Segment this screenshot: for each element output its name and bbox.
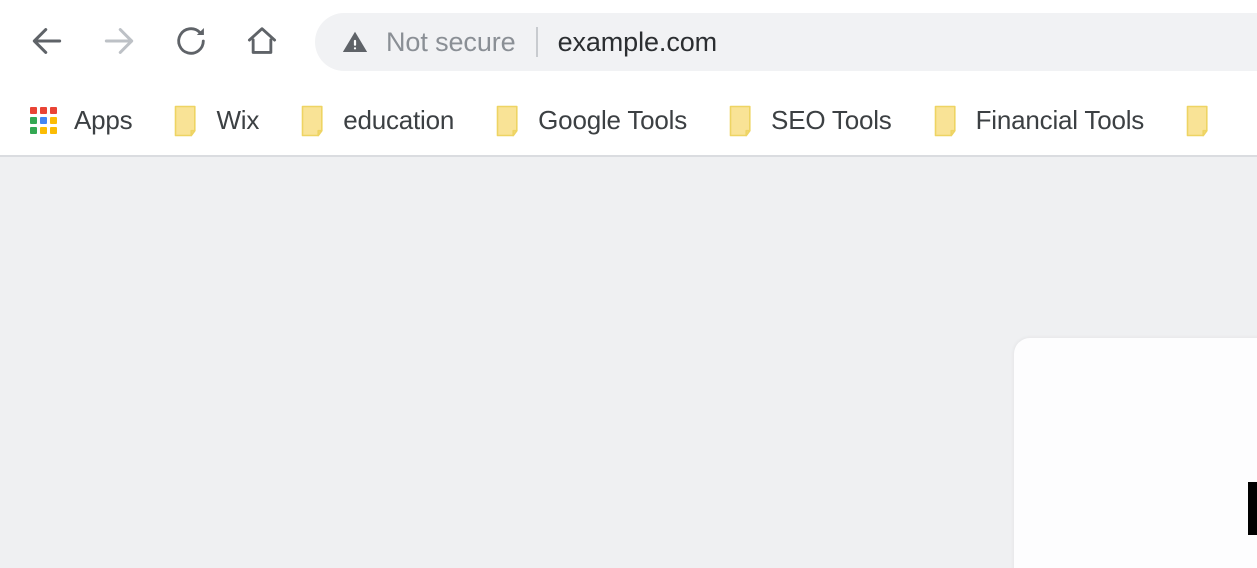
apps-grid-icon [30,106,58,135]
bookmark-item-seo-tools[interactable]: SEO Tools [721,98,900,144]
reload-button[interactable] [165,16,217,68]
bookmark-item-financial-tools[interactable]: Financial Tools [926,98,1153,144]
bookmark-item-wix[interactable]: Wix [166,98,267,144]
bookmarks-bar: Apps Wix education Google Tools SEO Tool… [0,85,1257,156]
browser-toolbar: Not secure example.com [0,0,1257,85]
bookmark-label: education [343,105,455,135]
folder-icon [934,105,956,136]
bookmark-label: Wix [216,105,260,135]
bookmark-label: Financial Tools [975,105,1145,135]
bookmark-item-google-tools[interactable]: Google Tools [488,98,695,144]
warning-triangle-icon [342,31,368,53]
home-icon [244,23,280,62]
folder-icon [496,105,518,136]
folder-icon [729,105,751,136]
url-text: example.com [557,26,718,57]
security-status-text: Not secure [386,26,516,57]
forward-button[interactable] [93,16,145,68]
address-bar[interactable]: Not secure example.com [315,13,1257,71]
bookmark-label: SEO Tools [771,105,892,135]
bookmark-item-education[interactable]: education [293,98,462,144]
browser-window: Not secure example.com Apps Wix educatio… [0,0,1257,568]
back-button[interactable] [21,16,73,68]
page-viewport [0,157,1257,568]
bookmark-apps-label: Apps [74,105,133,135]
floating-panel [1014,338,1257,568]
panel-black-bar [1248,482,1257,535]
forward-arrow-icon [100,22,138,63]
home-button[interactable] [236,16,288,68]
bookmark-item-overflow[interactable] [1178,98,1236,144]
reload-icon [173,23,209,62]
back-arrow-icon [28,22,66,63]
folder-icon [301,105,323,136]
bookmark-apps[interactable]: Apps [22,98,140,144]
bookmark-label: Google Tools [538,105,688,135]
folder-icon [175,105,197,136]
folder-icon [1186,105,1208,136]
omnibox-divider [535,27,538,57]
